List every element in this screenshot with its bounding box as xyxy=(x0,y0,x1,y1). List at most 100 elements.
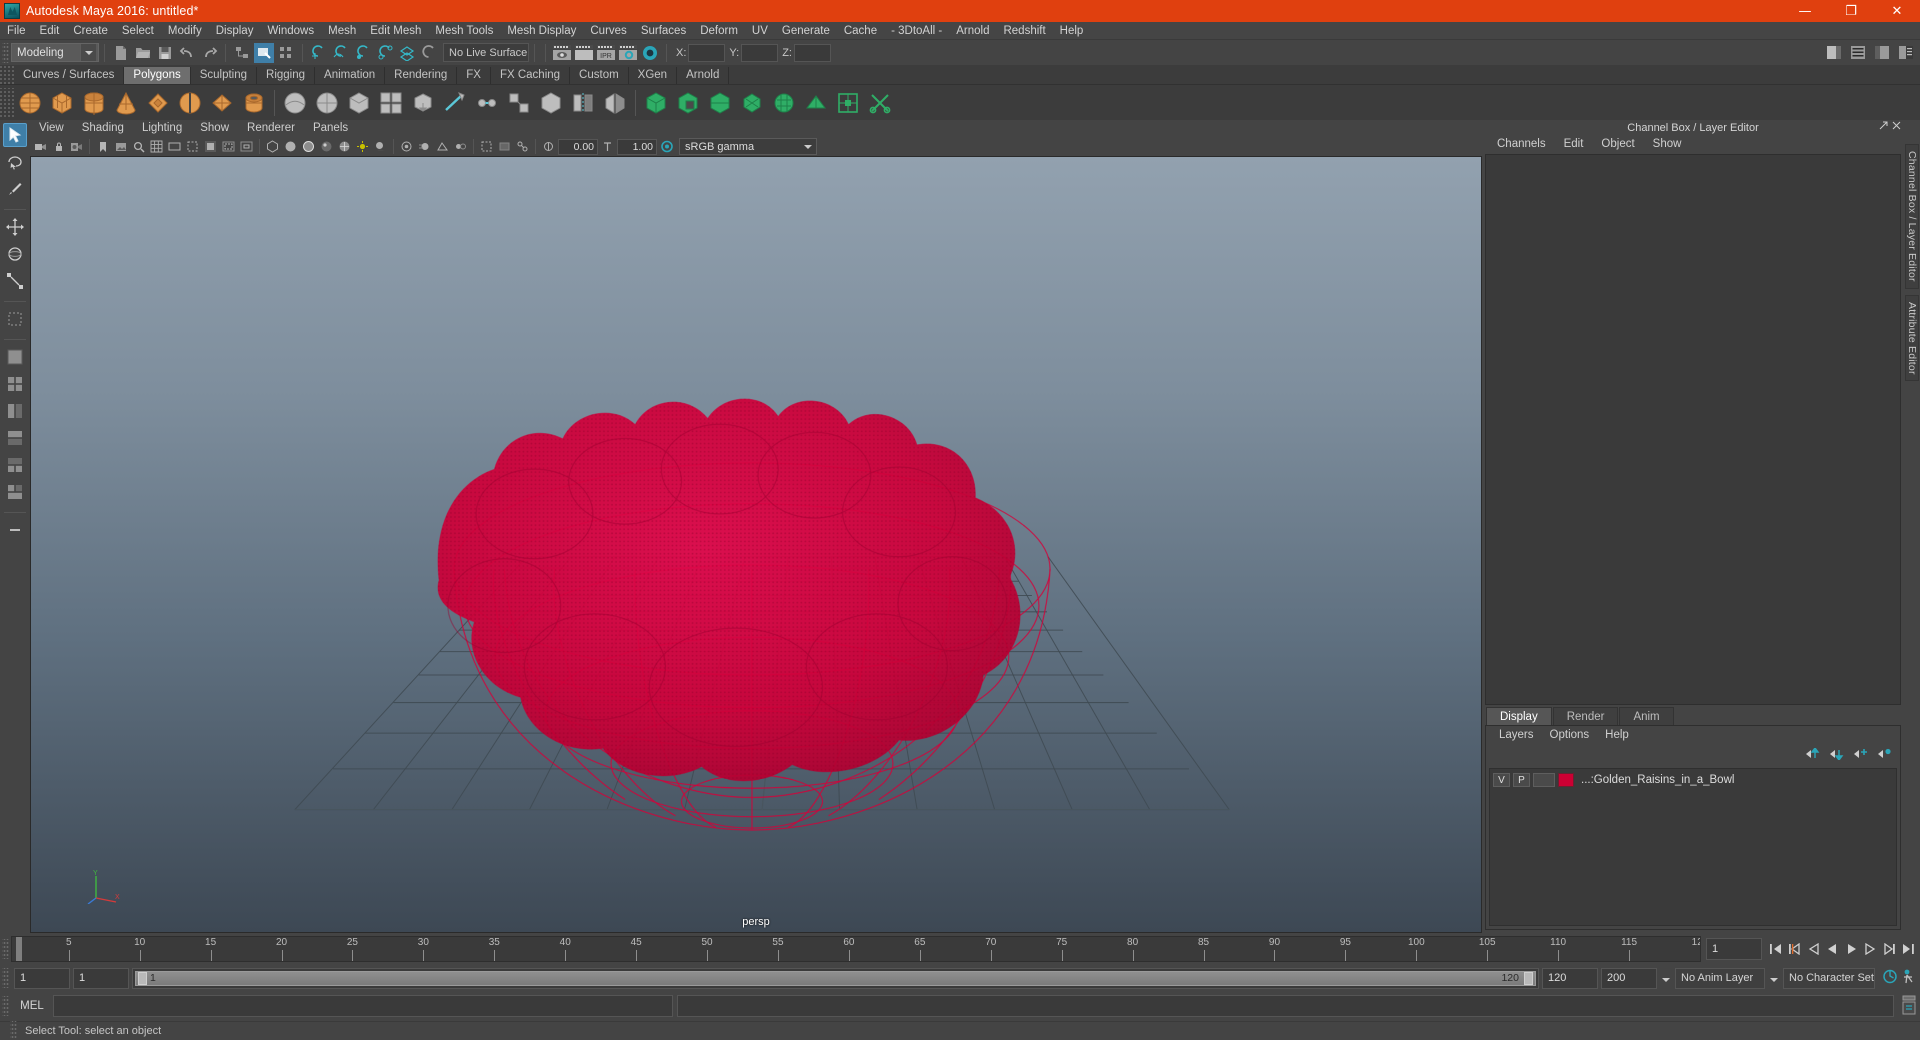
x-ray-joints-icon[interactable] xyxy=(514,138,531,155)
multi-cut-icon[interactable] xyxy=(440,88,470,118)
color-management-icon[interactable] xyxy=(658,138,675,155)
resolution-gate-icon[interactable] xyxy=(184,138,201,155)
undo-button[interactable] xyxy=(177,43,197,63)
shelf-icon-grip[interactable] xyxy=(0,87,14,118)
reduce-icon[interactable] xyxy=(737,88,767,118)
anim-layer-select[interactable]: No Anim Layer xyxy=(1675,967,1765,989)
booleans-intersection-icon[interactable] xyxy=(705,88,735,118)
menu-item-windows[interactable]: Windows xyxy=(260,22,321,40)
poly-torus-icon[interactable] xyxy=(143,88,173,118)
scale-tool[interactable] xyxy=(3,269,27,293)
combine-icon[interactable] xyxy=(376,88,406,118)
time-slider-grip[interactable] xyxy=(2,939,9,959)
depth-of-field-icon[interactable] xyxy=(452,138,469,155)
select-by-hierarchy-button[interactable] xyxy=(232,43,252,63)
menu-item-generate[interactable]: Generate xyxy=(775,22,837,40)
time-slider-cursor[interactable] xyxy=(16,937,22,961)
layer-menu-options[interactable]: Options xyxy=(1542,726,1598,744)
lock-camera-icon[interactable] xyxy=(50,138,67,155)
x-ray-icon[interactable] xyxy=(496,138,513,155)
grid-toggle-icon[interactable] xyxy=(148,138,165,155)
show-hide-channel-box-button[interactable] xyxy=(1896,42,1916,62)
shelf-tab-custom[interactable]: Custom xyxy=(570,67,629,84)
layout-persp-outliner-icon[interactable] xyxy=(3,399,27,423)
range-slider-left-handle[interactable] xyxy=(138,971,147,985)
play-forwards-icon[interactable] xyxy=(1842,939,1860,959)
smooth-icon[interactable] xyxy=(312,88,342,118)
crease-icon[interactable] xyxy=(801,88,831,118)
move-tool[interactable] xyxy=(3,215,27,239)
coord-z-input[interactable] xyxy=(793,43,831,62)
menu-item-arnold[interactable]: Arnold xyxy=(949,22,996,40)
menu-item-cache[interactable]: Cache xyxy=(837,22,884,40)
motion-blur-icon[interactable] xyxy=(416,138,433,155)
layout-persp-graph-icon[interactable] xyxy=(3,426,27,450)
poly-cone-icon[interactable] xyxy=(111,88,141,118)
playback-options-chevron-icon[interactable] xyxy=(1660,971,1672,985)
time-slider[interactable]: 5 10 15 20 25 30 35 40 45 50 55 60 65 70 75 80 85 90 95 100… xyxy=(11,936,1701,962)
poly-pipe-icon[interactable] xyxy=(239,88,269,118)
shelf-tab-rigging[interactable]: Rigging xyxy=(257,67,316,84)
shadows-icon[interactable] xyxy=(372,138,389,155)
viewport-menu-show[interactable]: Show xyxy=(191,120,238,137)
uv-cut-icon[interactable] xyxy=(865,88,895,118)
go-to-start-icon[interactable] xyxy=(1766,939,1784,959)
poly-plane-icon[interactable] xyxy=(175,88,205,118)
snap-to-projected-center-button[interactable] xyxy=(375,43,395,63)
render-view-button[interactable] xyxy=(552,43,572,63)
channel-menu-object[interactable]: Object xyxy=(1592,135,1643,154)
menu-item-help[interactable]: Help xyxy=(1053,22,1091,40)
layout-persp-hypergraph-icon[interactable] xyxy=(3,480,27,504)
snap-to-curve-button[interactable] xyxy=(331,43,351,63)
shelf-tab-arnold[interactable]: Arnold xyxy=(677,67,730,84)
float-panel-icon[interactable] xyxy=(1879,121,1888,133)
gate-mask-icon[interactable] xyxy=(202,138,219,155)
layer-list[interactable]: V P ...:Golden_Raisins_in_a_Bowl xyxy=(1489,768,1897,926)
script-editor-icon[interactable] xyxy=(1901,995,1917,1018)
layer-row[interactable]: V P ...:Golden_Raisins_in_a_Bowl xyxy=(1493,772,1893,788)
menu-item-deform[interactable]: Deform xyxy=(693,22,745,40)
shelf-tab-sculpting[interactable]: Sculpting xyxy=(190,67,258,84)
redo-button[interactable] xyxy=(199,43,219,63)
poly-sphere-icon[interactable] xyxy=(15,88,45,118)
live-surface-field[interactable]: No Live Surface xyxy=(443,43,529,62)
command-output[interactable] xyxy=(677,995,1894,1017)
anim-layer-chevron-icon[interactable] xyxy=(1768,971,1780,985)
quad-draw-icon[interactable] xyxy=(504,88,534,118)
isolate-select-icon[interactable] xyxy=(478,138,495,155)
shelf-tab-polygons[interactable]: Polygons xyxy=(124,67,191,84)
layout-more-icon[interactable] xyxy=(3,518,27,542)
select-tool[interactable] xyxy=(3,123,27,147)
status-line-grip[interactable] xyxy=(10,1021,17,1040)
render-settings-button[interactable] xyxy=(618,43,638,63)
range-start-time-field[interactable]: 1 xyxy=(73,967,129,989)
snap-to-point-button[interactable] xyxy=(353,43,373,63)
range-slider-handle-bar[interactable]: 1 120 xyxy=(135,970,1536,986)
menu-item-surfaces[interactable]: Surfaces xyxy=(634,22,693,40)
safe-title-icon[interactable] xyxy=(238,138,255,155)
step-forward-frame-icon[interactable] xyxy=(1861,939,1879,959)
menu-item-mesh-display[interactable]: Mesh Display xyxy=(500,22,583,40)
gamma-icon[interactable] xyxy=(599,138,616,155)
menu-item-select[interactable]: Select xyxy=(115,22,161,40)
menu-item-curves[interactable]: Curves xyxy=(583,22,633,40)
command-language-label[interactable]: MEL xyxy=(15,1000,49,1012)
coord-y-input[interactable] xyxy=(741,43,779,62)
menu-set-selector[interactable]: Modeling xyxy=(11,43,99,62)
select-by-object-type-button[interactable] xyxy=(254,42,274,63)
poly-pyramid-icon[interactable] xyxy=(207,88,237,118)
current-frame-field[interactable]: 1 xyxy=(1706,938,1762,960)
layer-editor-tab-anim[interactable]: Anim xyxy=(1619,707,1674,725)
chevron-down-icon[interactable] xyxy=(801,140,815,153)
layout-hypershade-icon[interactable] xyxy=(3,453,27,477)
menu-item-mesh-tools[interactable]: Mesh Tools xyxy=(428,22,500,40)
show-hide-tool-settings-button[interactable] xyxy=(1872,42,1892,62)
viewport-menu-renderer[interactable]: Renderer xyxy=(238,120,304,137)
poly-cylinder-icon[interactable] xyxy=(79,88,109,118)
rotate-tool[interactable] xyxy=(3,242,27,266)
sphere-sculpt-icon[interactable] xyxy=(280,88,310,118)
menu-item-display[interactable]: Display xyxy=(209,22,261,40)
separate-icon[interactable] xyxy=(600,88,630,118)
select-camera-icon[interactable] xyxy=(32,138,49,155)
mirror-icon[interactable] xyxy=(568,88,598,118)
